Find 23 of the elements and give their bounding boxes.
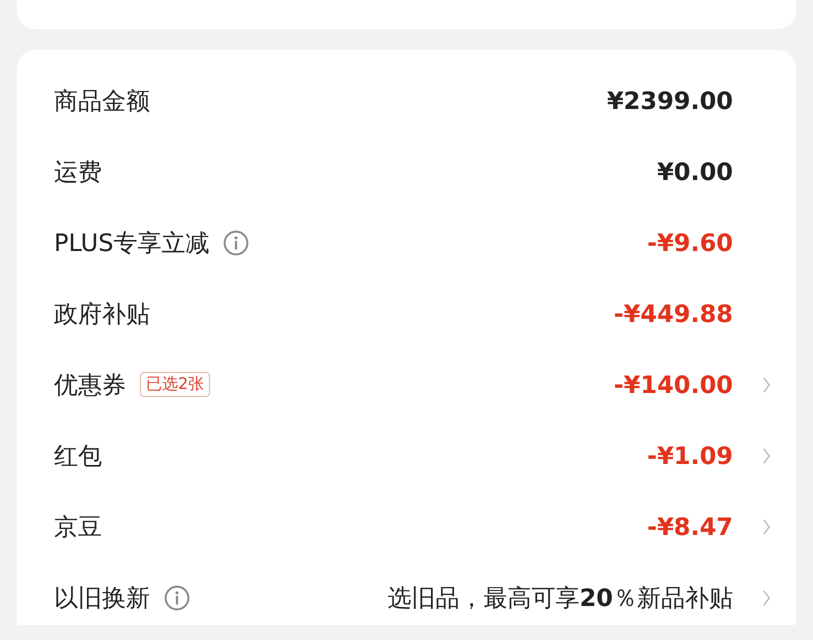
row-note[interactable]: 选旧品，最高可享20％新品补贴	[388, 582, 733, 614]
row-label: 商品金额	[54, 86, 150, 116]
row-label: 以旧换新	[54, 582, 150, 614]
row-amount[interactable]: -¥1.09	[647, 442, 733, 470]
row-label: 红包	[54, 440, 102, 472]
row-amount[interactable]: -¥8.47	[647, 512, 733, 540]
row-label: 运费	[54, 156, 102, 188]
chevron-right-icon[interactable]	[762, 516, 771, 536]
row-amount: ¥2399.00	[606, 86, 733, 114]
row-label: 政府补贴	[54, 298, 150, 330]
info-icon[interactable]	[164, 584, 190, 610]
info-icon[interactable]	[223, 230, 250, 256]
chevron-right-icon[interactable]	[762, 588, 771, 608]
row-amount: -¥449.88	[614, 300, 733, 328]
row-amount[interactable]: -¥140.00	[614, 370, 733, 398]
row-amount: ¥0.00	[657, 158, 733, 186]
selected-count-tag: 已选2张	[140, 372, 210, 397]
row-label: 优惠券	[54, 370, 126, 400]
row-amount: -¥9.60	[647, 228, 733, 256]
chevron-right-icon[interactable]	[762, 374, 771, 394]
row-label: PLUS专享立减	[54, 228, 210, 258]
chevron-right-icon[interactable]	[762, 446, 771, 466]
row-label: 京豆	[54, 512, 102, 542]
